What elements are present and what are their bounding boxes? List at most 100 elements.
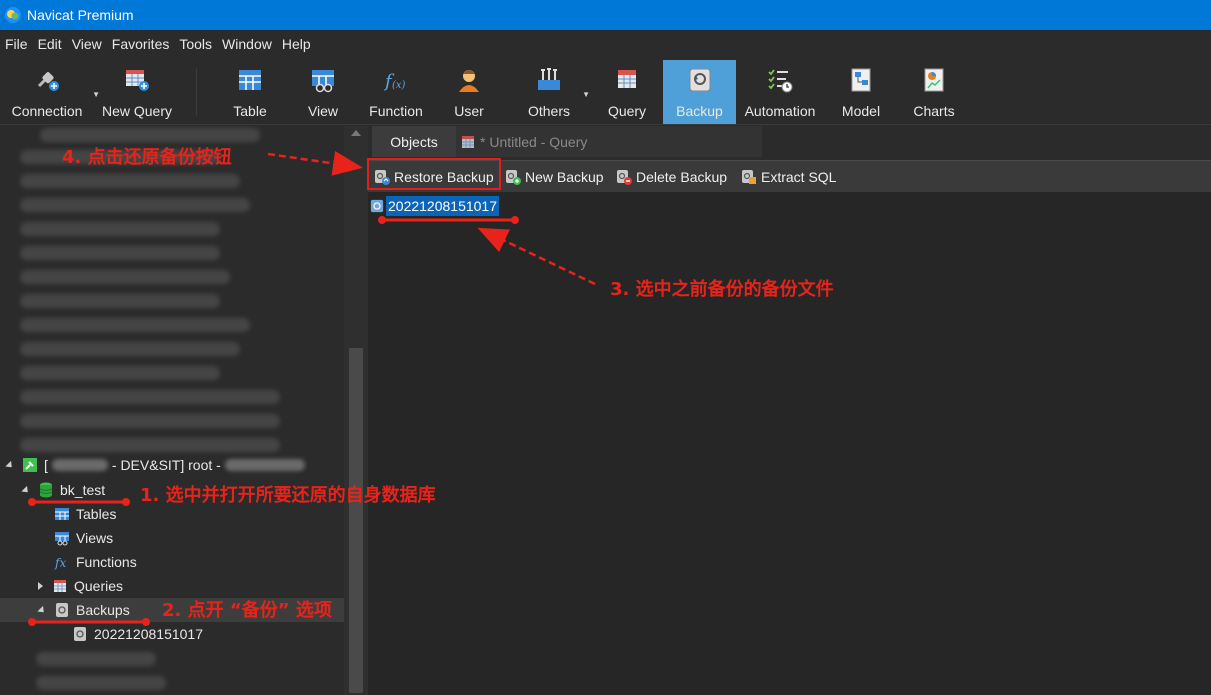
- automation-label: Automation: [744, 103, 816, 119]
- obscured-connection-row[interactable]: [20, 174, 240, 188]
- model-icon: [851, 68, 871, 92]
- obscured-connection-row[interactable]: [20, 366, 220, 380]
- connection-icon: [23, 458, 37, 472]
- window-title: Navicat Premium: [27, 7, 134, 23]
- function-button[interactable]: f (x) Function: [362, 60, 430, 124]
- automation-icon: [768, 69, 793, 93]
- obscured-connection-row[interactable]: [20, 390, 280, 404]
- obscured-connection-row[interactable]: [20, 294, 220, 308]
- table-icon: [239, 70, 261, 90]
- scrollbar-thumb[interactable]: [349, 348, 363, 693]
- others-icon: [538, 68, 560, 90]
- obscured-connection-row[interactable]: [20, 246, 220, 260]
- views-node[interactable]: Views: [0, 526, 344, 550]
- view-icon: [55, 532, 69, 546]
- menu-window[interactable]: Window: [217, 30, 277, 58]
- obscured-connection-row[interactable]: [20, 414, 280, 428]
- delete-backup-button[interactable]: Delete Backup: [616, 161, 727, 193]
- expand-arrow-icon[interactable]: [37, 605, 47, 615]
- obscured-item-row[interactable]: [36, 652, 156, 666]
- model-button[interactable]: Model: [830, 60, 892, 124]
- backup-file-name: 20221208151017: [386, 196, 500, 216]
- new-backup-label: New Backup: [525, 169, 604, 185]
- plug-icon: [37, 72, 59, 91]
- annotation-step3: 3. 选中之前备份的备份文件: [610, 279, 834, 300]
- others-label: Others: [527, 103, 570, 119]
- connection-label: - DEV&SIT] root -: [111, 457, 221, 473]
- delete-backup-icon: [617, 170, 632, 185]
- table-icon: [55, 508, 69, 520]
- obscured-connection-row[interactable]: [20, 438, 280, 452]
- svg-text:fx: fx: [54, 556, 66, 570]
- menu-edit[interactable]: Edit: [33, 30, 67, 58]
- obscured-connection-row[interactable]: [20, 342, 240, 356]
- obscured-connection-row[interactable]: [40, 128, 260, 142]
- obscured-connection-row[interactable]: [20, 318, 250, 332]
- collapse-arrow-icon[interactable]: [38, 582, 43, 590]
- backup-label: Backup: [676, 103, 723, 119]
- backups-label: Backups: [76, 602, 130, 618]
- obscured-connection-row[interactable]: [20, 222, 220, 236]
- database-icon: [39, 482, 53, 498]
- main-toolbar: Connection ▼ New Query Table View f (x) …: [0, 58, 1211, 125]
- queries-label: Queries: [74, 578, 124, 594]
- backup-file-icon: [74, 627, 86, 641]
- annotation-step1: 1. 选中并打开所要还原的自身数据库: [140, 485, 436, 506]
- extract-sql-button[interactable]: Extract SQL: [741, 161, 836, 193]
- obscured-connection-row[interactable]: [20, 198, 250, 212]
- function-icon: f (x): [383, 71, 406, 92]
- view-button[interactable]: View: [290, 60, 356, 124]
- svg-text:(x): (x): [392, 80, 406, 91]
- obscured-host: [224, 459, 305, 471]
- user-button[interactable]: User: [438, 60, 500, 124]
- view-label: View: [307, 103, 339, 119]
- backup-file-node[interactable]: 20221208151017: [0, 622, 344, 646]
- menu-bar: File Edit View Favorites Tools Window He…: [0, 30, 1211, 58]
- chevron-down-icon[interactable]: ▼: [582, 90, 590, 99]
- menu-tools[interactable]: Tools: [174, 30, 217, 58]
- navigation-scrollbar[interactable]: [344, 126, 368, 695]
- connection-button[interactable]: Connection ▼: [4, 60, 100, 124]
- query-button[interactable]: Query: [596, 60, 658, 124]
- expand-arrow-icon[interactable]: [5, 460, 15, 470]
- backup-file-label: 20221208151017: [94, 626, 204, 642]
- table-button[interactable]: Table: [216, 60, 284, 124]
- backup-list: 20221208151017: [368, 192, 1211, 695]
- user-label: User: [454, 103, 484, 119]
- backup-file-icon: [370, 199, 384, 213]
- functions-node[interactable]: fx Functions: [0, 550, 344, 574]
- user-icon: [459, 70, 479, 92]
- new-query-button[interactable]: New Query: [98, 60, 176, 124]
- database-label: bk_test: [60, 482, 106, 498]
- backup-button[interactable]: Backup: [663, 60, 736, 124]
- scroll-up-icon[interactable]: [351, 130, 361, 136]
- backup-file-item[interactable]: 20221208151017: [370, 196, 500, 216]
- menu-file[interactable]: File: [0, 30, 33, 58]
- queries-node[interactable]: Queries: [0, 574, 344, 598]
- tab-untitled-query[interactable]: * Untitled - Query: [456, 126, 762, 157]
- function-icon: fx: [54, 556, 66, 570]
- query-icon: [618, 70, 636, 88]
- function-label: Function: [369, 103, 423, 119]
- toolbar-divider: [196, 68, 197, 116]
- others-button[interactable]: Others ▼: [516, 60, 590, 124]
- new-backup-button[interactable]: New Backup: [505, 161, 604, 193]
- tab-objects-label: Objects: [390, 133, 438, 150]
- new-query-label: New Query: [101, 103, 173, 119]
- connection-label: Connection: [11, 103, 83, 119]
- tab-objects[interactable]: Objects: [372, 126, 456, 157]
- tab-bar: Objects * Untitled - Query: [368, 126, 1211, 157]
- menu-favorites[interactable]: Favorites: [107, 30, 175, 58]
- menu-help[interactable]: Help: [277, 30, 316, 58]
- title-bar: Navicat Premium: [0, 0, 1211, 30]
- menu-view[interactable]: View: [67, 30, 107, 58]
- charts-button[interactable]: Charts: [904, 60, 964, 124]
- expand-arrow-icon[interactable]: [21, 485, 31, 495]
- obscured-connection-row[interactable]: [20, 270, 230, 284]
- charts-label: Charts: [913, 103, 955, 119]
- obscured-item-row[interactable]: [36, 676, 166, 690]
- connection-node[interactable]: [ - DEV&SIT] root -: [0, 453, 344, 477]
- functions-label: Functions: [76, 554, 137, 570]
- automation-button[interactable]: Automation: [738, 60, 822, 124]
- backup-icon: [689, 68, 710, 92]
